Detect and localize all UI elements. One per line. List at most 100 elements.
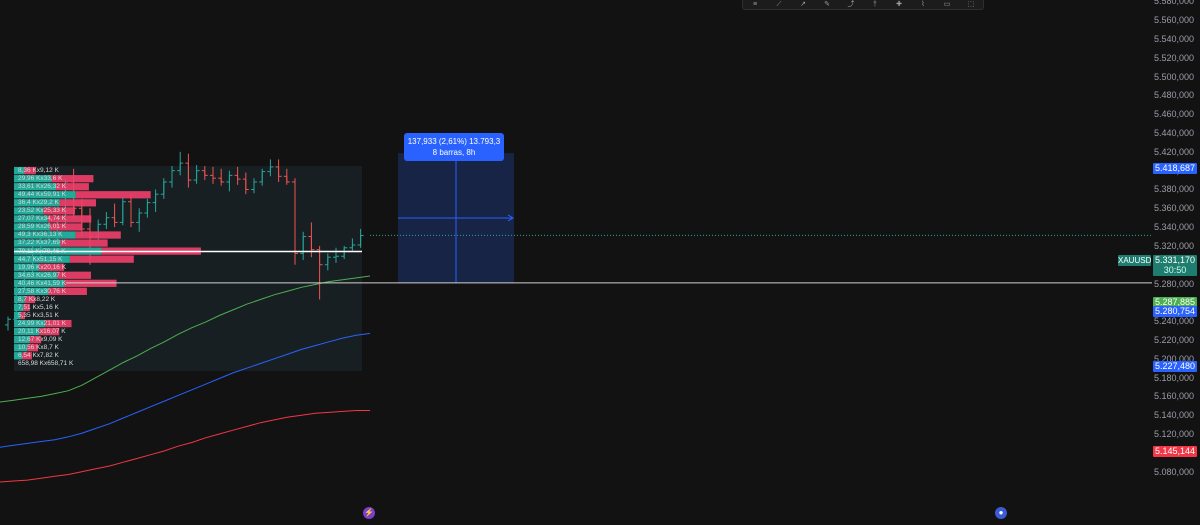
- vp-row-label: 8,36 Kx9,12 K: [18, 167, 59, 174]
- candle-body: [294, 181, 296, 254]
- path-icon[interactable]: ⤴: [846, 1, 857, 8]
- price-axis-label: 5.540,000: [1153, 34, 1194, 44]
- candle-body: [7, 319, 9, 325]
- measure-tooltip: 137,933 (2,61%) 13.793,3 8 barras, 8h: [404, 133, 504, 161]
- price-axis-label: 5.240,000: [1153, 316, 1194, 327]
- price-axis-label: 5.380,000: [1153, 184, 1194, 195]
- vp-row-label: 10,56 Kx8,7 K: [18, 344, 59, 352]
- candle-body: [278, 166, 280, 177]
- candle-body: [105, 217, 107, 225]
- price-axis-label: 5.460,000: [1153, 109, 1194, 120]
- price-axis-label: 5.120,000: [1153, 429, 1194, 439]
- candle-body: [130, 201, 132, 223]
- vp-sell-bar: [64, 279, 117, 287]
- candle-body: [146, 202, 148, 213]
- price-axis-label: 5.560,000: [1153, 15, 1194, 26]
- price-axis-label: 5.480,000: [1153, 90, 1194, 101]
- pencil-icon[interactable]: ✎: [822, 1, 833, 8]
- vp-row-label: 40,46 Kx41,59 K: [18, 279, 67, 287]
- candle-body: [327, 257, 329, 265]
- us-flag-icon[interactable]: ●: [995, 507, 1007, 519]
- vertical-line-icon[interactable]: †: [870, 1, 881, 8]
- candle-body: [253, 181, 255, 190]
- candle-body: [286, 176, 288, 182]
- vp-row-label: 24,99 Kx21,01 K: [18, 319, 67, 327]
- vp-row-label: 34,63 Kx26,97 K: [18, 271, 67, 279]
- measure-tool[interactable]: [398, 153, 514, 283]
- drawing-toolbar: ≡ ⟋ ↗ ✎ ⤴ † ✚ ⌇ ▭ ⬚: [742, 0, 984, 10]
- price-axis-label: 5.220,000: [1153, 334, 1194, 345]
- price-axis-label: 5.320,000: [1153, 240, 1194, 251]
- price-axis-label: 5.340,000: [1153, 222, 1194, 233]
- vp-row-label: 37,22 Kx37,69 K: [18, 239, 67, 247]
- ma-blue-price-tag: 5.227,480: [1153, 361, 1197, 372]
- candle-body: [245, 179, 247, 190]
- candle-body: [196, 170, 198, 181]
- price-axis-label: 5.160,000: [1153, 391, 1194, 402]
- price-axis-label: 5.140,000: [1153, 410, 1194, 421]
- vp-sell-bar: [69, 255, 134, 263]
- price-chart-canvas[interactable]: [0, 0, 1200, 525]
- candle-body: [360, 235, 362, 245]
- symbol-tag: XAUUSD: [1118, 255, 1152, 266]
- vp-row-label: 70,11 Kx79,46 K: [18, 247, 66, 255]
- price-axis-label: 5.520,000: [1153, 52, 1194, 63]
- vp-row-label: 27,58 Kx30,76 K: [18, 287, 67, 295]
- vp-row-label: 12,67 Kx9,09 K: [18, 336, 63, 344]
- vp-row-label: 5,35 Kx3,51 K: [18, 311, 59, 319]
- price-axis-label: 5.440,000: [1153, 128, 1194, 139]
- brush-icon[interactable]: ⌇: [918, 1, 929, 8]
- candle-body: [114, 217, 116, 223]
- cross-icon[interactable]: ✚: [894, 1, 905, 8]
- rectangle-icon[interactable]: ▭: [942, 1, 953, 8]
- measure-change: 137,933 (2,61%) 13.793,3: [407, 137, 501, 146]
- price-axis-label: 5.080,000: [1153, 466, 1194, 477]
- candle-body: [122, 201, 124, 223]
- vp-sell-bar: [59, 199, 96, 207]
- vp-total-label: 658,98 Kx658,71 K: [18, 360, 74, 368]
- candle-body: [138, 212, 140, 223]
- vp-row-label: 49,3 Kx36,13 K: [18, 231, 63, 239]
- candle-body: [163, 181, 165, 195]
- vp-row-label: 28,59 Kx26,01 K: [18, 223, 67, 231]
- price-axis-label: 5.420,000: [1153, 146, 1194, 157]
- vp-sell-bar: [75, 191, 151, 199]
- trend-line-icon[interactable]: ⟋: [774, 1, 785, 8]
- vp-row-label: 19,96 Kx20,16 K: [18, 263, 67, 271]
- vp-sell-bar: [60, 239, 108, 247]
- candle-body: [187, 163, 189, 181]
- lines-icon[interactable]: ≡: [750, 1, 761, 8]
- candle-body: [171, 170, 173, 182]
- horizontal-line-price-tag: 5.280,754: [1153, 306, 1197, 317]
- price-axis-label: 5.280,000: [1153, 278, 1194, 289]
- vp-row-label: 49,44 Kx59,91 K: [18, 191, 67, 199]
- candle-body: [155, 194, 157, 203]
- measure-bars: 8 barras, 8h: [432, 148, 476, 157]
- vp-row-label: 7,51 Kx5,16 K: [18, 303, 59, 311]
- candle-body: [220, 178, 222, 182]
- price-axis-label: 5.180,000: [1153, 372, 1194, 383]
- candle-body: [269, 166, 271, 172]
- vp-row-label: 36,4 Kx29,2 K: [18, 199, 59, 207]
- candle-body: [261, 171, 263, 182]
- price-axis-label: 5.580,000: [1153, 0, 1194, 7]
- vp-row-label: 8,7 Kx8,22 K: [18, 295, 56, 303]
- vp-row-label: 23,52 Kx25,33 K: [18, 207, 67, 215]
- countdown-tag: 30:50: [1153, 265, 1197, 276]
- lightning-icon[interactable]: ⚡: [363, 507, 375, 519]
- candle-body: [179, 163, 181, 171]
- candle-body: [204, 170, 206, 176]
- ma-red-price-tag: 5.145,144: [1153, 446, 1197, 457]
- shape-icon[interactable]: ⬚: [966, 1, 977, 8]
- vp-row-label: 33,61 Kx26,32 K: [18, 183, 67, 191]
- price-axis-label: 5.360,000: [1153, 203, 1194, 214]
- candle-body: [228, 175, 230, 182]
- vp-row-label: 6,54 Kx7,82 K: [18, 352, 59, 360]
- vp-row-label: 44,7 Kx51,15 K: [18, 255, 63, 263]
- vp-sell-bar: [75, 231, 121, 239]
- candle-body: [310, 236, 312, 250]
- candle-body: [237, 175, 239, 180]
- vp-row-label: 20,11 Kx16,07 K: [18, 328, 66, 335]
- ray-icon[interactable]: ↗: [798, 1, 809, 8]
- range-top-price-tag: 5.418,687: [1153, 163, 1197, 174]
